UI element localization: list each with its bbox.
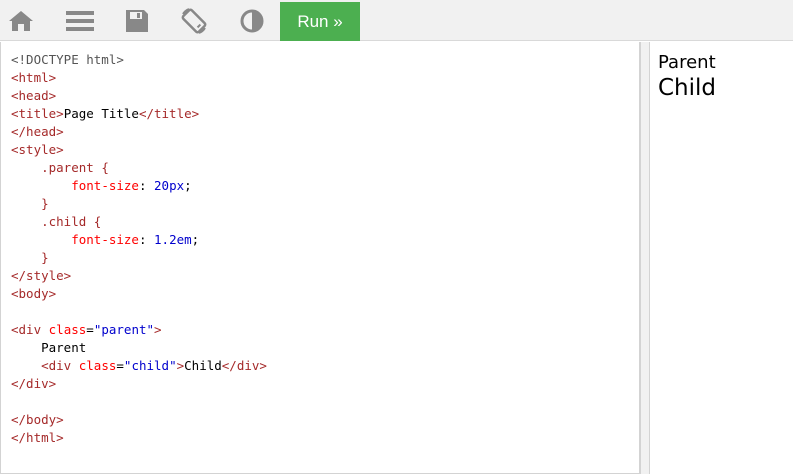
code-token-sel: .parent { bbox=[41, 160, 109, 175]
code-line[interactable]: Parent bbox=[11, 339, 267, 357]
code-line[interactable]: .parent { bbox=[11, 159, 267, 177]
rotate-icon[interactable] bbox=[174, 0, 214, 41]
save-icon[interactable] bbox=[117, 0, 157, 41]
code-token-text: Child bbox=[184, 358, 222, 373]
pane-splitter[interactable] bbox=[640, 42, 650, 474]
code-line[interactable]: <body> bbox=[11, 285, 267, 303]
code-token-tag: </html> bbox=[11, 430, 64, 445]
result-preview: Parent Child bbox=[650, 42, 793, 474]
preview-child: Child bbox=[658, 75, 717, 101]
menu-icon[interactable] bbox=[60, 0, 100, 41]
code-line[interactable]: <title>Page Title</title> bbox=[11, 105, 267, 123]
code-line[interactable]: </head> bbox=[11, 123, 267, 141]
code-token-tag: <html> bbox=[11, 70, 57, 85]
code-line[interactable]: <style> bbox=[11, 141, 267, 159]
code-token-text: Parent bbox=[11, 340, 87, 355]
code-token-doctype: <!DOCTYPE html> bbox=[11, 52, 124, 67]
code-line[interactable]: </style> bbox=[11, 267, 267, 285]
code-token-text: : bbox=[138, 232, 155, 247]
code-line[interactable] bbox=[11, 393, 267, 411]
code-token-sel: .child { bbox=[41, 214, 102, 229]
home-icon[interactable] bbox=[1, 0, 41, 41]
code-token-tag: > bbox=[176, 358, 185, 373]
code-token-val: 20px bbox=[154, 178, 185, 193]
code-line[interactable]: } bbox=[11, 195, 267, 213]
code-line[interactable]: <div class="child">Child</div> bbox=[11, 357, 267, 375]
code-token-text: = bbox=[116, 358, 124, 373]
code-editor[interactable]: <!DOCTYPE html> <html> <head> <title>Page T… bbox=[0, 42, 640, 474]
code-token-attr: class bbox=[48, 322, 87, 337]
code-line[interactable]: <head> bbox=[11, 87, 267, 105]
run-button[interactable]: Run » bbox=[280, 2, 360, 41]
code-token-tag: <div bbox=[41, 358, 79, 373]
preview-parent: Parent Child bbox=[658, 52, 716, 101]
code-token-text: ; bbox=[191, 232, 200, 247]
code-token-attrval: "child" bbox=[123, 358, 177, 373]
code-token-text: = bbox=[86, 322, 94, 337]
code-token-tag: </style> bbox=[11, 268, 72, 283]
code-line[interactable]: </div> bbox=[11, 375, 267, 393]
code-token-tag: </div> bbox=[221, 358, 267, 373]
code-token-text: : bbox=[138, 178, 155, 193]
code-token-text: Page Title bbox=[63, 106, 139, 121]
code-line[interactable] bbox=[11, 303, 267, 321]
code-token-prop: font-size bbox=[71, 232, 139, 247]
code-content[interactable]: <!DOCTYPE html> <html> <head> <title>Page T… bbox=[11, 51, 267, 447]
code-line[interactable]: font-size: 20px; bbox=[11, 177, 267, 195]
code-line[interactable]: <div class="parent"> bbox=[11, 321, 267, 339]
code-token-tag: > bbox=[154, 322, 162, 337]
code-token-tag: <title> bbox=[11, 106, 64, 121]
code-token-attr: class bbox=[78, 358, 117, 373]
preview-parent-text: Parent bbox=[658, 52, 716, 73]
code-token-tag: <style> bbox=[11, 142, 64, 157]
code-line[interactable]: </body> bbox=[11, 411, 267, 429]
theme-contrast-icon[interactable] bbox=[232, 0, 272, 41]
code-token-tag: <body> bbox=[11, 286, 57, 301]
code-token-tag: <head> bbox=[11, 88, 57, 103]
code-line[interactable]: .child { bbox=[11, 213, 267, 231]
code-token-text: ; bbox=[184, 178, 192, 193]
code-token-sel: } bbox=[41, 196, 49, 211]
code-line[interactable]: font-size: 1.2em; bbox=[11, 231, 267, 249]
toolbar: Run » bbox=[0, 0, 793, 41]
code-token-attrval: "parent" bbox=[93, 322, 155, 337]
code-token-prop: font-size bbox=[71, 178, 139, 193]
code-token-tag: </body> bbox=[11, 412, 64, 427]
code-line[interactable]: </html> bbox=[11, 429, 267, 447]
code-token-tag: </head> bbox=[11, 124, 64, 139]
code-line[interactable]: <html> bbox=[11, 69, 267, 87]
code-token-val: 1.2em bbox=[154, 232, 192, 247]
code-token-tag: </div> bbox=[11, 376, 57, 391]
code-line[interactable]: <!DOCTYPE html> bbox=[11, 51, 267, 69]
code-token-sel: } bbox=[41, 250, 49, 265]
code-token-tag: <div bbox=[11, 322, 49, 337]
code-line[interactable]: } bbox=[11, 249, 267, 267]
code-token-tag: </title> bbox=[138, 106, 200, 121]
